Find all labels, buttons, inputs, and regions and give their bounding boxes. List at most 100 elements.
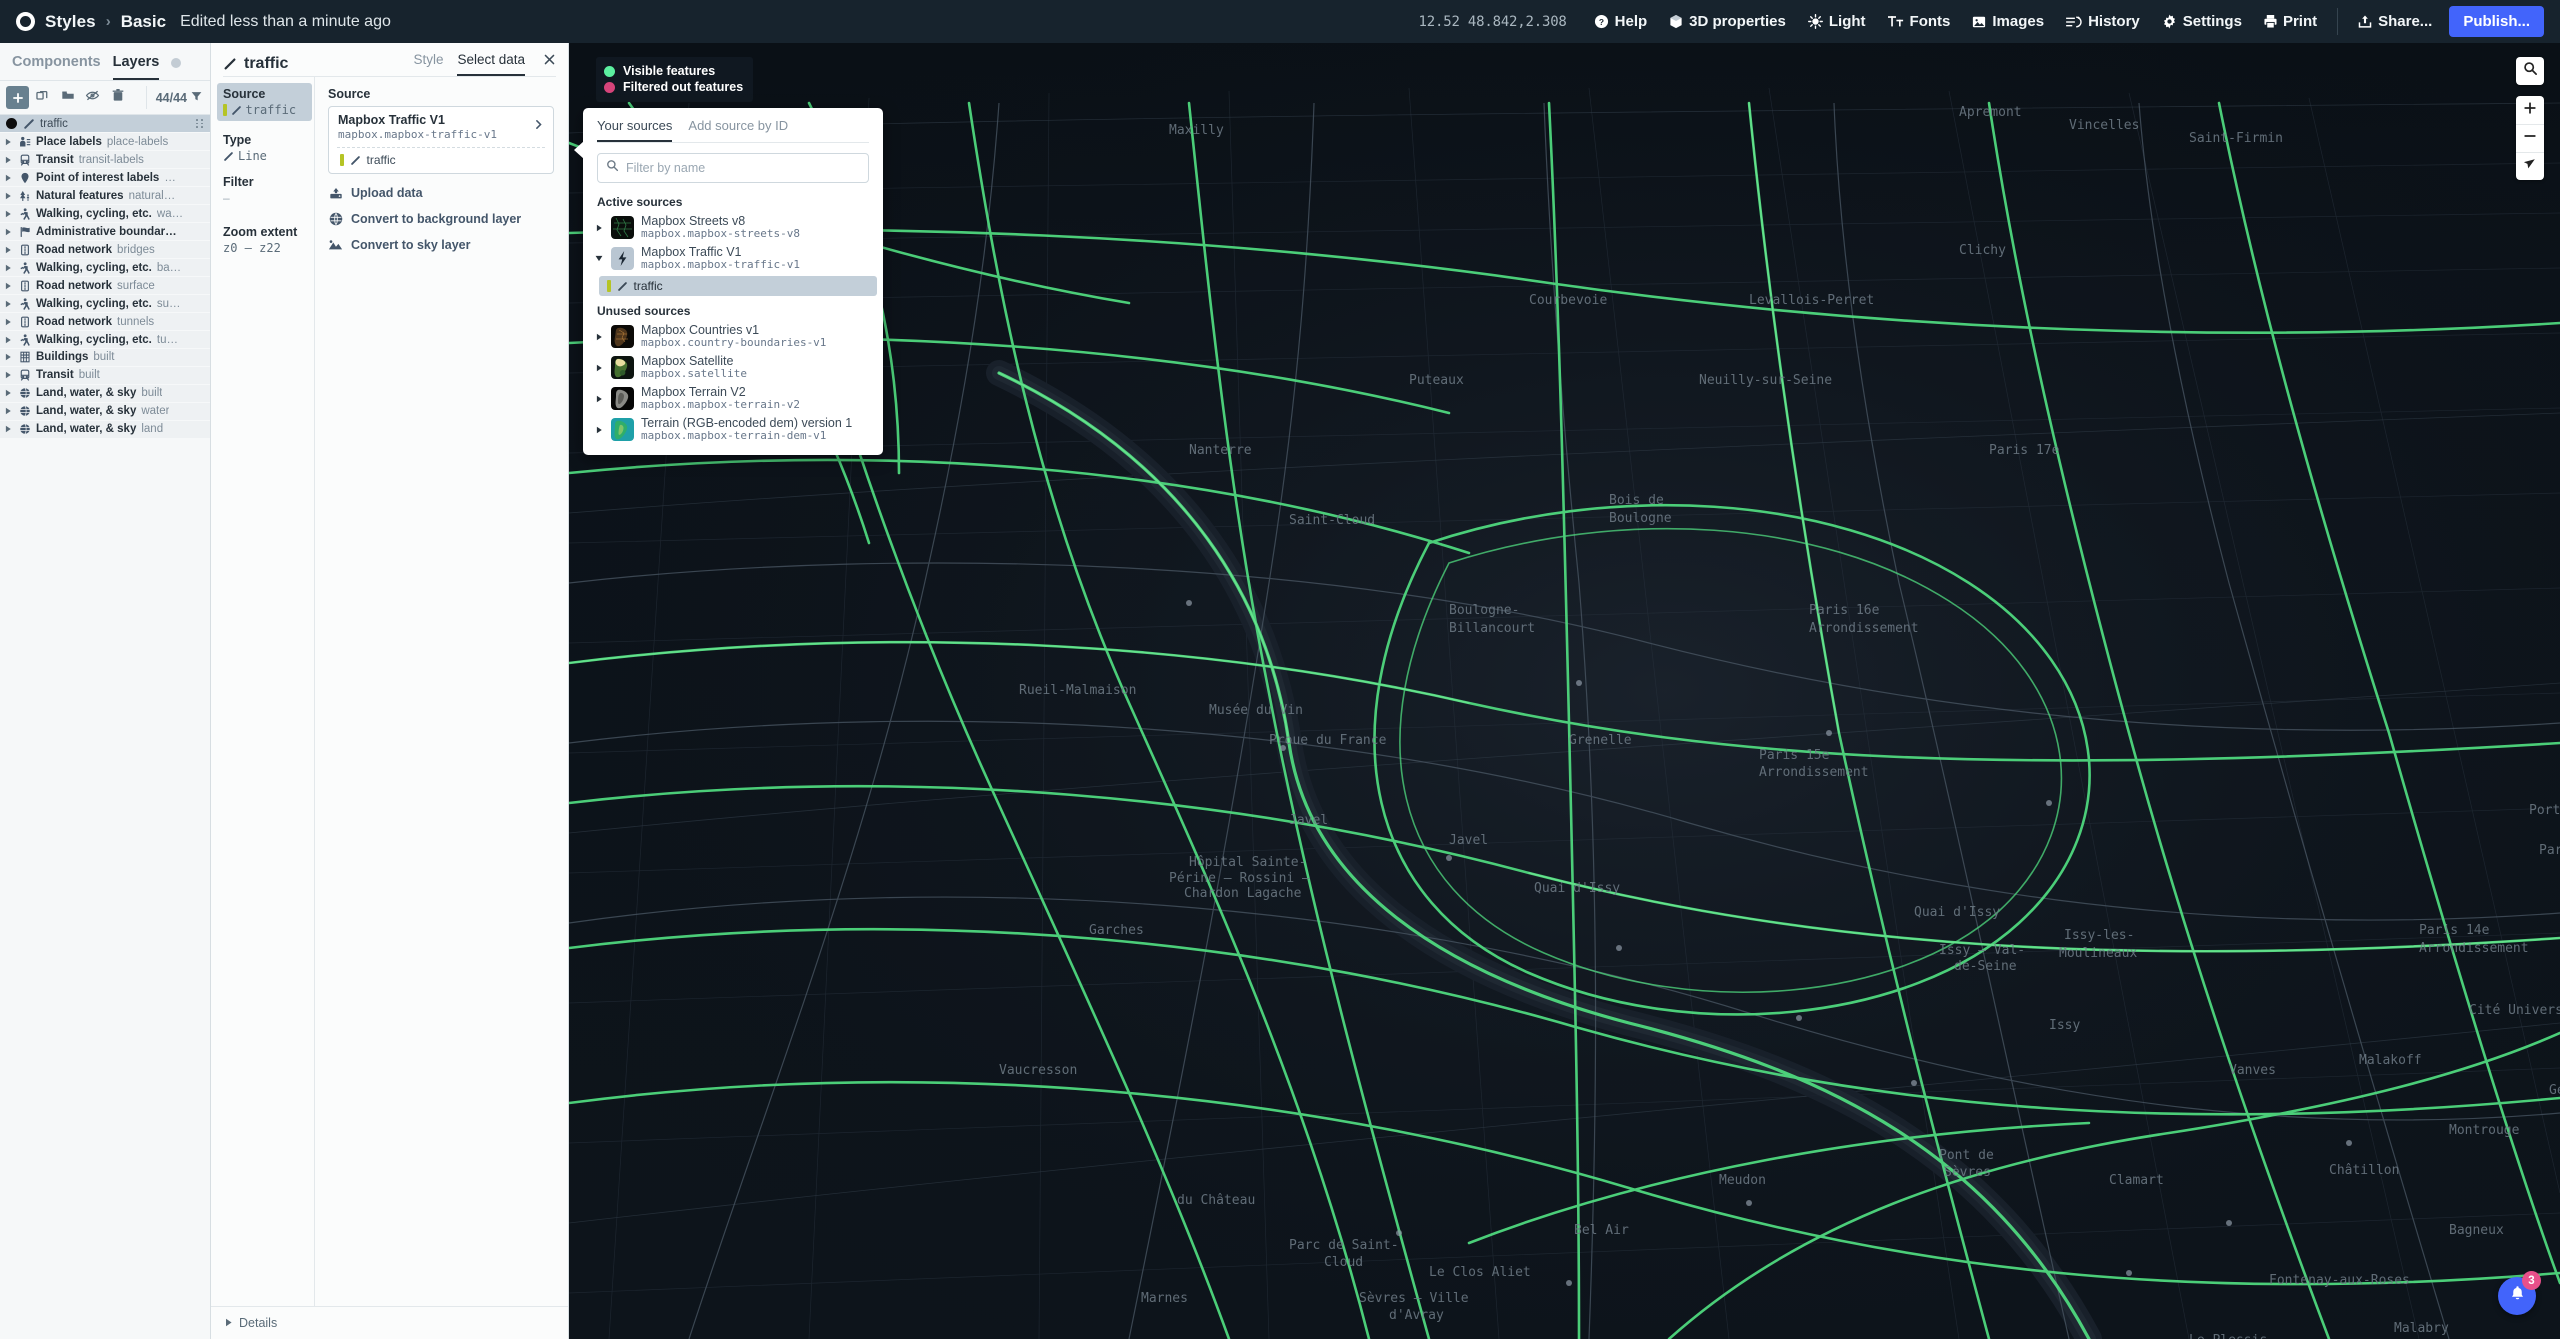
caret-right-icon[interactable]	[4, 425, 13, 434]
source-item[interactable]: Mapbox Traffic V1 mapbox.mapbox-traffic-v…	[583, 243, 883, 274]
caret-right-icon[interactable]	[594, 224, 604, 232]
tab-layers[interactable]: Layers	[112, 54, 160, 80]
help-button[interactable]: ? Help	[1583, 0, 1659, 43]
fonts-button[interactable]: Fonts	[1877, 0, 1962, 43]
layer-row[interactable]: Land, water, & sky water	[0, 402, 210, 421]
duplicate-layer-button[interactable]	[31, 86, 54, 109]
road-icon	[18, 243, 31, 256]
tab-your-sources[interactable]: Your sources	[597, 118, 673, 142]
caret-down-icon[interactable]	[594, 255, 604, 262]
caret-right-icon[interactable]	[4, 209, 13, 218]
source-item[interactable]: Mapbox Countries v1 mapbox.country-bounda…	[583, 321, 883, 352]
layer-row[interactable]: Road network surface	[0, 276, 210, 295]
mapbox-logo-icon[interactable]	[16, 12, 35, 31]
breadcrumb-styles-link[interactable]: Styles	[45, 12, 96, 32]
eye-off-icon	[85, 89, 100, 107]
caret-right-icon[interactable]	[594, 426, 604, 434]
tab-select-data[interactable]: Select data	[457, 52, 525, 76]
layer-color-swatch[interactable]	[6, 118, 17, 130]
delete-layer-button[interactable]	[106, 86, 129, 109]
source-item[interactable]: Mapbox Satellite mapbox.satellite	[583, 352, 883, 383]
breadcrumb-current-style[interactable]: Basic	[121, 12, 166, 32]
settings-button[interactable]: Settings	[2151, 0, 2253, 43]
notification-button[interactable]: 3	[2498, 1271, 2541, 1315]
layer-row[interactable]: traffic	[0, 115, 210, 133]
layer-row[interactable]: Buildings built	[0, 348, 210, 367]
source-meta: Mapbox Traffic V1 mapbox.mapbox-traffic-v…	[641, 245, 800, 272]
history-button[interactable]: History	[2055, 0, 2151, 43]
caret-right-icon[interactable]	[4, 281, 13, 290]
layer-row[interactable]: Road network bridges	[0, 240, 210, 259]
layer-row[interactable]: Walking, cycling, etc. tu…	[0, 330, 210, 349]
caret-right-icon[interactable]	[4, 389, 13, 398]
light-button[interactable]: Light	[1797, 0, 1877, 43]
source-thumbnail	[611, 356, 634, 380]
map-search-button[interactable]	[2516, 57, 2544, 85]
layer-list[interactable]: traffic Place labels place-labels Transit tr…	[0, 115, 210, 1339]
caret-right-icon[interactable]	[4, 407, 13, 416]
drag-handle[interactable]	[196, 119, 204, 129]
layers-count-filter[interactable]: 44/44	[145, 86, 204, 109]
layer-row[interactable]: Land, water, & sky built	[0, 384, 210, 403]
caret-right-icon[interactable]	[594, 364, 604, 372]
source-filter-input[interactable]	[626, 161, 860, 175]
caret-right-icon[interactable]	[4, 335, 13, 344]
layer-row[interactable]: Transit transit-labels	[0, 150, 210, 169]
summary-source[interactable]: Source traffic	[217, 83, 312, 121]
layer-row[interactable]: Transit built	[0, 366, 210, 385]
source-item[interactable]: Terrain (RGB-encoded dem) version 1 mapbo…	[583, 414, 883, 445]
convert-to-background-layer-button[interactable]: Convert to background layer	[328, 212, 554, 226]
layer-row[interactable]: Land, water, & sky land	[0, 420, 210, 439]
convert-to-sky-layer-button[interactable]: Convert to sky layer	[328, 238, 554, 252]
layer-row[interactable]: Natural features natural…	[0, 186, 210, 205]
source-item[interactable]: Mapbox Terrain V2 mapbox.mapbox-terrain-v…	[583, 383, 883, 414]
details-toggle[interactable]: Details	[225, 1316, 554, 1330]
print-button[interactable]: Print	[2253, 0, 2328, 43]
layer-row[interactable]: Place labels place-labels	[0, 132, 210, 151]
selected-source-card[interactable]: Mapbox Traffic V1 mapbox.mapbox-traffic-…	[328, 106, 554, 174]
layer-name: Buildings	[36, 351, 89, 364]
tab-components[interactable]: Components	[12, 54, 101, 80]
layer-row[interactable]: Walking, cycling, etc. su…	[0, 294, 210, 313]
layer-row[interactable]: Point of interest labels…	[0, 168, 210, 187]
caret-right-icon[interactable]	[4, 227, 13, 236]
tab-style[interactable]: Style	[413, 52, 443, 76]
group-layers-button[interactable]	[56, 86, 79, 109]
caret-right-icon[interactable]	[4, 137, 13, 146]
map-compass-button[interactable]	[2516, 152, 2544, 180]
layer-row[interactable]: Walking, cycling, etc. wa…	[0, 204, 210, 223]
selected-source-sublayer[interactable]: traffic	[329, 148, 553, 173]
layer-row[interactable]: Administrative boundar…	[0, 222, 210, 241]
map-zoom-out-button[interactable]	[2516, 124, 2544, 152]
caret-right-icon[interactable]	[4, 245, 13, 254]
caret-right-icon[interactable]	[4, 353, 13, 362]
source-thumbnail	[611, 387, 634, 411]
caret-right-icon[interactable]	[4, 317, 13, 326]
caret-right-icon[interactable]	[4, 371, 13, 380]
summary-type-value: Line	[238, 149, 267, 163]
caret-right-icon[interactable]	[594, 395, 604, 403]
images-button[interactable]: Images	[1961, 0, 2055, 43]
add-layer-button[interactable]	[6, 86, 29, 109]
caret-right-icon[interactable]	[4, 173, 13, 182]
share-button[interactable]: Share...	[2347, 0, 2443, 43]
source-filter-field[interactable]	[597, 153, 869, 183]
upload-data-button[interactable]: Upload data	[328, 186, 554, 200]
chevron-right-icon[interactable]	[532, 118, 545, 136]
caret-right-icon[interactable]	[4, 191, 13, 200]
layer-row[interactable]: Walking, cycling, etc. ba…	[0, 258, 210, 277]
caret-right-icon[interactable]	[4, 155, 13, 164]
3d-properties-button[interactable]: 3D properties	[1658, 0, 1797, 43]
source-item[interactable]: Mapbox Streets v8 mapbox.mapbox-streets-v…	[583, 212, 883, 243]
caret-right-icon[interactable]	[594, 333, 604, 341]
layer-row[interactable]: Road network tunnels	[0, 312, 210, 331]
tab-add-source-by-id[interactable]: Add source by ID	[688, 118, 788, 142]
sublayer-name: traffic	[633, 279, 663, 294]
map-zoom-in-button[interactable]	[2516, 96, 2544, 124]
hide-layer-button[interactable]	[81, 86, 104, 109]
close-panel-button[interactable]	[543, 53, 556, 76]
caret-right-icon[interactable]	[4, 263, 13, 272]
caret-right-icon[interactable]	[4, 299, 13, 308]
publish-button[interactable]: Publish...	[2449, 6, 2544, 37]
source-sublayer-item[interactable]: traffic	[599, 276, 877, 297]
